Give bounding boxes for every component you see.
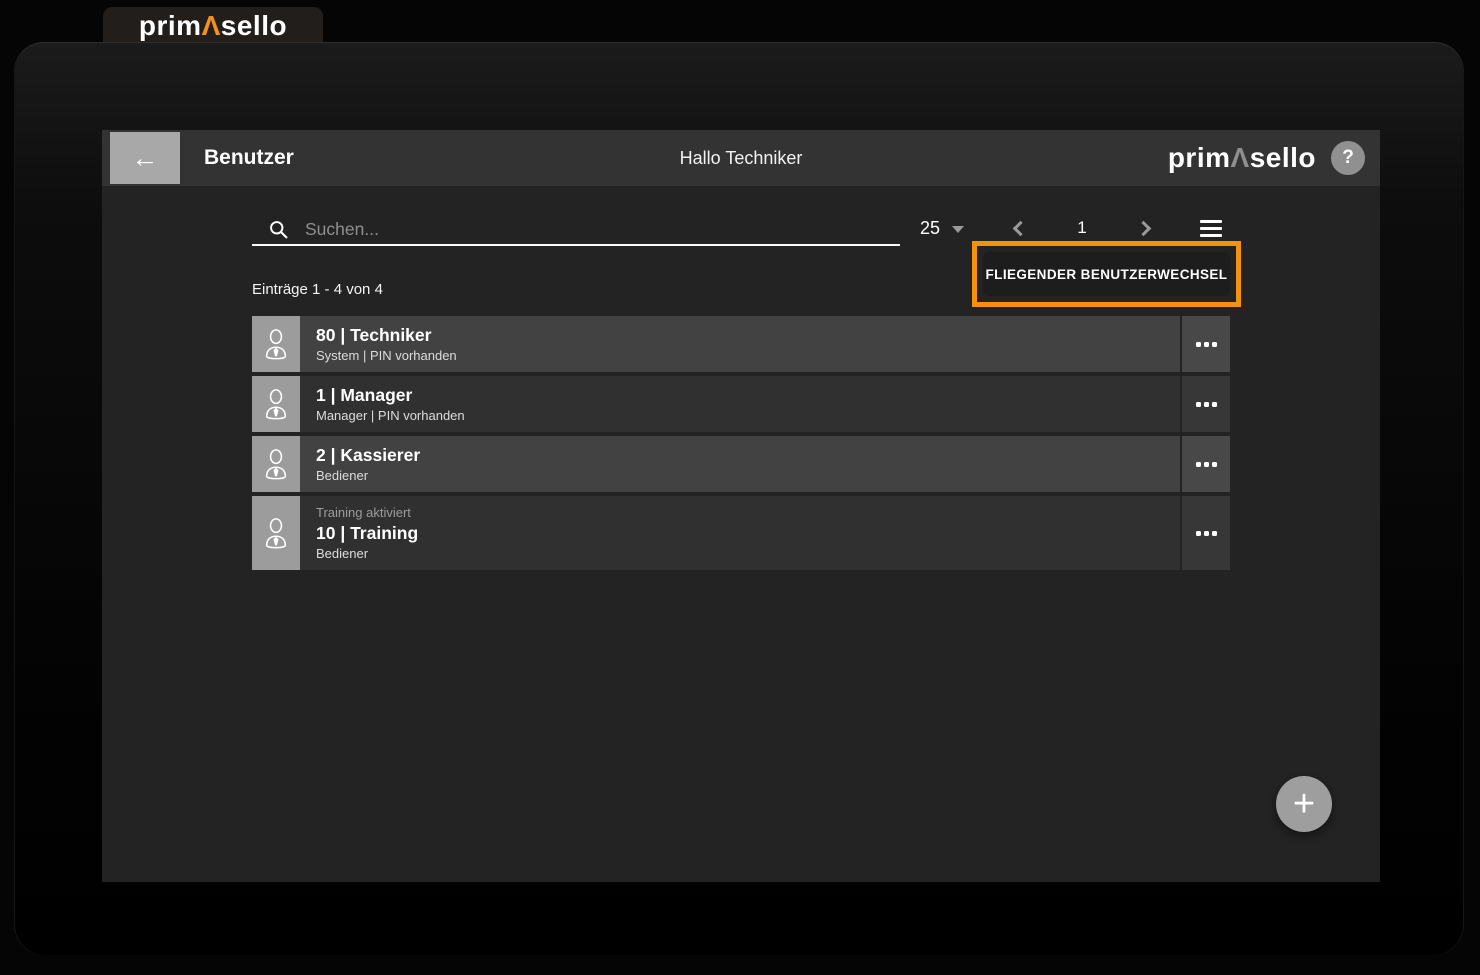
user-title: 1 | Manager (316, 383, 1180, 407)
ellipsis-icon (1196, 462, 1201, 467)
row-menu-button[interactable] (1182, 376, 1230, 432)
user-avatar (252, 376, 300, 432)
row-menu-button[interactable] (1182, 436, 1230, 492)
pagination-bar: 25 1 (920, 216, 1222, 240)
chevron-left-icon[interactable] (1013, 220, 1029, 236)
person-icon (260, 326, 292, 362)
chevron-down-icon (952, 226, 964, 233)
user-title: 10 | Training (316, 521, 1180, 545)
search-bar[interactable] (252, 214, 900, 246)
user-avatar (252, 316, 300, 372)
ellipsis-icon (1196, 531, 1201, 536)
hamburger-icon[interactable] (1200, 220, 1222, 237)
search-icon (268, 219, 289, 240)
user-row[interactable]: 1 | Manager Manager | PIN vorhanden (252, 376, 1230, 432)
user-row[interactable]: 2 | Kassierer Bediener (252, 436, 1230, 492)
header-bar: ← Benutzer Hallo Techniker primΛsello ? (102, 130, 1380, 186)
device-frame: ← Benutzer Hallo Techniker primΛsello ? … (14, 42, 1464, 955)
app-window: ← Benutzer Hallo Techniker primΛsello ? … (102, 130, 1380, 882)
row-menu-button[interactable] (1182, 496, 1230, 570)
lambda-icon: Λ (202, 10, 221, 41)
add-user-button[interactable]: + (1276, 776, 1332, 832)
user-info: 80 | Techniker System | PIN vorhanden (300, 316, 1182, 372)
user-subtitle: Bediener (316, 545, 1180, 563)
user-avatar (252, 436, 300, 492)
user-info: Training aktiviert 10 | Training Bediene… (300, 496, 1182, 570)
user-badge: Training aktiviert (316, 504, 1180, 521)
person-icon (260, 446, 292, 482)
page-size-value: 25 (920, 218, 940, 239)
user-title: 2 | Kassierer (316, 443, 1180, 467)
search-input[interactable] (305, 219, 785, 240)
lambda-icon: Λ (1231, 142, 1250, 173)
page-size-dropdown[interactable]: 25 (920, 218, 964, 239)
brand-logo-header: primΛsello (1168, 130, 1316, 186)
help-button[interactable]: ? (1331, 141, 1365, 175)
desktop-background: primΛsello ← Benutzer Hallo Techniker pr… (0, 0, 1480, 975)
person-icon (260, 515, 292, 551)
entries-info: Einträge 1 - 4 von 4 (252, 281, 383, 298)
user-info: 1 | Manager Manager | PIN vorhanden (300, 376, 1182, 432)
person-icon (260, 386, 292, 422)
user-title: 80 | Techniker (316, 323, 1180, 347)
app-tab[interactable]: primΛsello (103, 7, 323, 45)
ellipsis-icon (1196, 402, 1201, 407)
flying-user-switch-button[interactable]: FLIEGENDER BENUTZERWECHSEL (983, 252, 1230, 296)
row-menu-button[interactable] (1182, 316, 1230, 372)
user-row[interactable]: Training aktiviert 10 | Training Bediene… (252, 496, 1230, 570)
user-subtitle: Bediener (316, 467, 1180, 485)
user-avatar (252, 496, 300, 570)
ellipsis-icon (1196, 342, 1201, 347)
user-subtitle: Manager | PIN vorhanden (316, 407, 1180, 425)
user-row[interactable]: 80 | Techniker System | PIN vorhanden (252, 316, 1230, 372)
user-list: 80 | Techniker System | PIN vorhanden 1 … (252, 316, 1230, 570)
brand-logo-tab: primΛsello (139, 12, 287, 40)
user-subtitle: System | PIN vorhanden (316, 347, 1180, 365)
chevron-right-icon[interactable] (1136, 220, 1152, 236)
user-info: 2 | Kassierer Bediener (300, 436, 1182, 492)
page-number: 1 (1077, 218, 1086, 238)
flying-user-switch-highlight[interactable]: FLIEGENDER BENUTZERWECHSEL (972, 241, 1241, 307)
